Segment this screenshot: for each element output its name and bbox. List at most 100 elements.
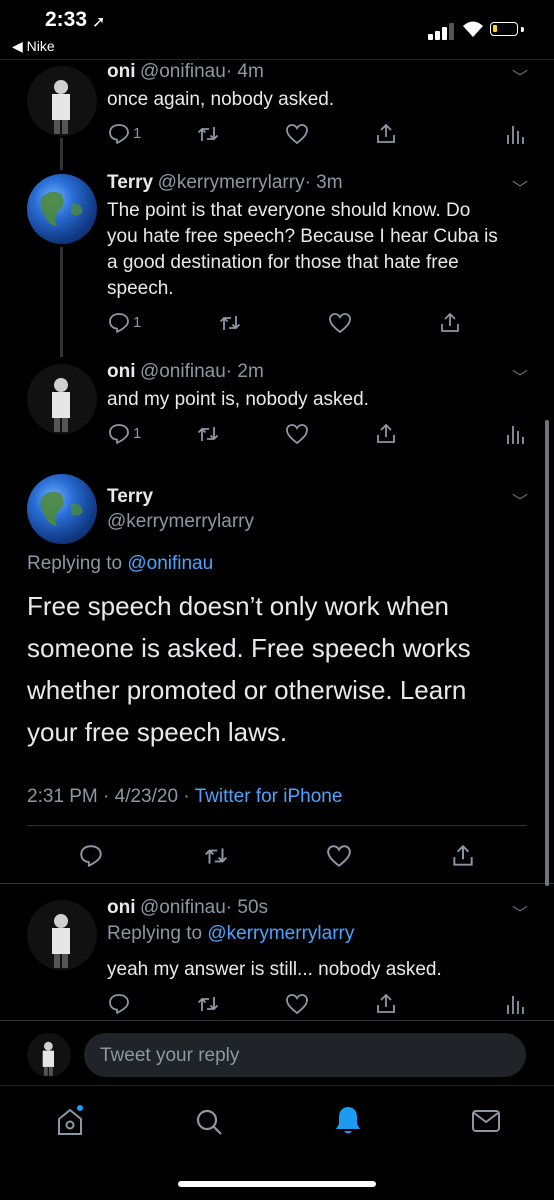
- tabbar-divider: [0, 1085, 554, 1086]
- focused-tweet-text: Free speech doesn’t only work when someo…: [27, 585, 471, 753]
- replying-to: Replying to @onifinau: [27, 553, 213, 575]
- chevron-down-icon[interactable]: ﹀: [512, 364, 528, 388]
- tweet-metadata: 2:31 PM · 4/23/20 · Twitter for iPhone: [27, 786, 342, 808]
- thread-line: [60, 140, 63, 170]
- heart-icon: [329, 313, 351, 334]
- username[interactable]: @onifinau: [140, 61, 226, 82]
- heart-icon: [327, 845, 351, 867]
- like-button[interactable]: [285, 992, 309, 1021]
- username[interactable]: @kerrymerrylarry: [107, 511, 254, 533]
- share-button[interactable]: [374, 422, 398, 451]
- scrollbar[interactable]: [545, 420, 549, 886]
- avatar-terry[interactable]: [27, 474, 97, 544]
- chevron-down-icon[interactable]: ﹀: [512, 175, 528, 199]
- divider: [27, 825, 527, 826]
- username[interactable]: @onifinau: [140, 897, 226, 918]
- display-name[interactable]: Terry: [107, 486, 153, 508]
- avatar-oni[interactable]: [27, 900, 97, 970]
- cellular-signal-icon: [428, 22, 456, 40]
- retweet-icon: [205, 848, 227, 864]
- display-name[interactable]: oni: [107, 61, 136, 82]
- like-button[interactable]: [326, 843, 352, 874]
- analytics-button[interactable]: [503, 422, 527, 451]
- replying-to-label: Replying to: [107, 923, 203, 944]
- retweet-button[interactable]: [196, 422, 220, 451]
- reply-button[interactable]: [107, 992, 131, 1021]
- home-tab[interactable]: [55, 1105, 85, 1142]
- analytics-icon: [507, 426, 524, 444]
- display-name[interactable]: oni: [107, 361, 136, 382]
- avatar-oni[interactable]: [27, 66, 97, 136]
- heart-icon: [286, 994, 308, 1015]
- retweet-button[interactable]: [218, 311, 242, 340]
- home-icon: [58, 1105, 83, 1135]
- replying-to-link[interactable]: @onifinau: [127, 553, 213, 574]
- reply-placeholder: Tweet your reply: [100, 1045, 240, 1066]
- replying-to-link[interactable]: @kerrymerrylarry: [207, 923, 354, 944]
- battery-icon: [490, 22, 518, 36]
- search-tab[interactable]: [194, 1107, 224, 1142]
- notifications-icon: [336, 1107, 360, 1134]
- tweet-text: The point is that everyone should know. …: [107, 198, 498, 302]
- tweet-text-line: you hate free speech? Because I hear Cub…: [107, 226, 498, 247]
- display-name[interactable]: oni: [107, 897, 136, 918]
- reply-count: 1: [133, 425, 142, 442]
- tweet-time: · 2m: [225, 361, 264, 382]
- tweet-text-line: whether promoted or otherwise. Learn: [27, 675, 467, 705]
- tweet-time: · 50s: [225, 897, 269, 918]
- source-link[interactable]: Twitter for iPhone: [195, 786, 343, 807]
- timestamp: 2:31 PM · 4/23/20 ·: [27, 786, 190, 807]
- messages-icon: [472, 1110, 500, 1132]
- reply-icon: [109, 424, 129, 444]
- retweet-button[interactable]: [203, 843, 229, 874]
- share-icon: [453, 844, 473, 866]
- tweet-text-line: speech.: [107, 278, 174, 299]
- analytics-button[interactable]: [503, 992, 527, 1021]
- avatar-terry[interactable]: [27, 174, 97, 244]
- share-button[interactable]: [438, 311, 462, 340]
- divider: [0, 1020, 554, 1021]
- avatar-oni[interactable]: [27, 364, 97, 434]
- display-name[interactable]: Terry: [107, 172, 153, 193]
- like-button[interactable]: [328, 311, 352, 340]
- retweet-button[interactable]: [196, 992, 220, 1021]
- messages-tab[interactable]: [471, 1107, 501, 1140]
- notifications-tab[interactable]: [333, 1104, 363, 1141]
- reply-icon: [109, 313, 129, 333]
- like-button[interactable]: [285, 122, 309, 151]
- chevron-down-icon[interactable]: ﹀: [512, 900, 528, 924]
- analytics-button[interactable]: [503, 122, 527, 151]
- share-button[interactable]: [374, 992, 398, 1021]
- reply-button[interactable]: 1: [107, 122, 141, 151]
- status-bar: 2:33 ➚ ◀ Nike: [0, 0, 554, 60]
- location-icon: ➚: [92, 14, 106, 31]
- share-button[interactable]: [374, 122, 398, 151]
- wifi-icon: [462, 20, 484, 43]
- tweet-text: and my point is, nobody asked.: [107, 389, 369, 410]
- reply-count: 1: [133, 314, 142, 331]
- reply-count: 1: [133, 125, 142, 142]
- battery-tip: [521, 27, 524, 32]
- username[interactable]: @onifinau: [140, 361, 226, 382]
- tweet-time: · 4m: [225, 61, 264, 82]
- username[interactable]: @kerrymerrylarry: [158, 172, 305, 193]
- replying-to: Replying to @kerrymerrylarry: [107, 923, 354, 945]
- share-button[interactable]: [450, 843, 476, 874]
- heart-icon: [286, 424, 308, 445]
- retweet-button[interactable]: [196, 122, 220, 151]
- search-icon: [196, 1109, 222, 1135]
- back-to-app-link[interactable]: ◀ Nike: [12, 38, 55, 55]
- chevron-down-icon[interactable]: ﹀: [512, 64, 528, 88]
- reply-button[interactable]: 1: [107, 422, 141, 451]
- share-icon: [377, 423, 395, 443]
- tweet-time: · 3m: [304, 172, 343, 193]
- like-button[interactable]: [285, 422, 309, 451]
- reply-button[interactable]: [78, 843, 104, 874]
- tweet-header: oni @onifinau· 50s: [107, 897, 268, 919]
- retweet-icon: [197, 997, 219, 1011]
- chevron-down-icon[interactable]: ﹀: [512, 488, 528, 512]
- thread-line: [60, 247, 63, 357]
- reply-button[interactable]: 1: [107, 311, 141, 340]
- home-indicator[interactable]: [178, 1181, 376, 1187]
- composer-avatar: [27, 1033, 71, 1077]
